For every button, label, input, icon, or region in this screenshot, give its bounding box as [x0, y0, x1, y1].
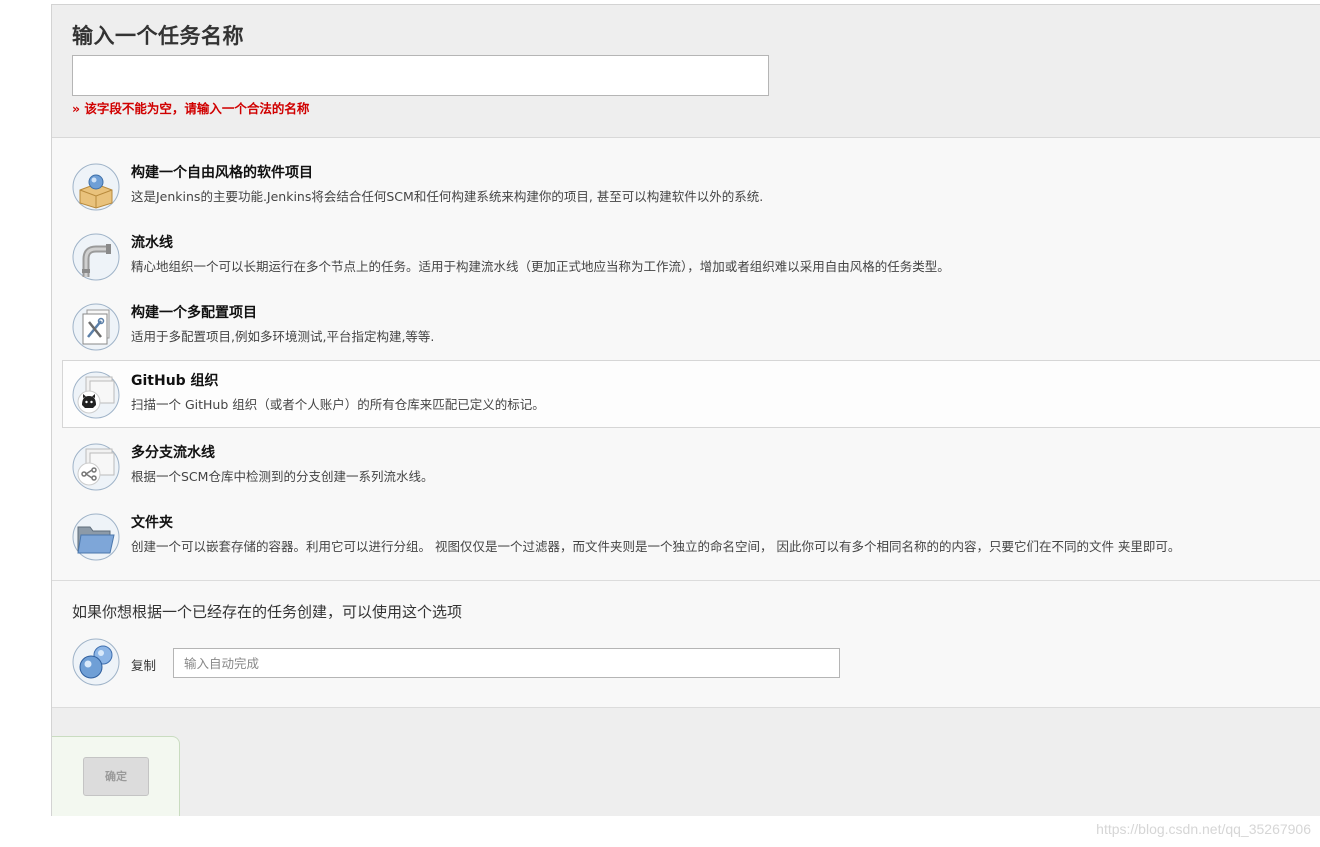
item-type-description: 精心地组织一个可以长期运行在多个节点上的任务。适用于构建流水线（更加正式地应当称…: [131, 259, 950, 274]
item-type-title: 构建一个自由风格的软件项目: [131, 165, 313, 181]
name-error-message: » 该字段不能为空，请输入一个合法的名称: [72, 101, 310, 116]
copy-section: 如果你想根据一个已经存在的任务创建，可以使用这个选项 复制: [52, 581, 1320, 708]
branch-icon: [72, 443, 120, 491]
item-type-description: 根据一个SCM仓库中检测到的分支创建一系列流水线。: [131, 469, 434, 484]
new-item-form: 输入一个任务名称 » 该字段不能为空，请输入一个合法的名称 构建一个自由风格的软…: [51, 4, 1320, 816]
ok-button-container: 确定: [52, 736, 180, 816]
item-type-multibranch[interactable]: 多分支流水线 根据一个SCM仓库中检测到的分支创建一系列流水线。: [62, 432, 1320, 500]
github-icon: [72, 371, 120, 419]
folder-icon: [72, 513, 120, 561]
copy-bubbles-icon: [72, 638, 120, 686]
item-type-title: 文件夹: [131, 515, 173, 531]
page-title: 输入一个任务名称: [72, 24, 244, 48]
item-type-pipeline[interactable]: 流水线 精心地组织一个可以长期运行在多个节点上的任务。适用于构建流水线（更加正式…: [62, 222, 1320, 290]
watermark: https://blog.csdn.net/qq_35267906: [1096, 821, 1311, 837]
item-type-multi-config[interactable]: 构建一个多配置项目 适用于多配置项目,例如多环境测试,平台指定构建,等等.: [62, 292, 1320, 360]
name-section: 输入一个任务名称 » 该字段不能为空，请输入一个合法的名称: [52, 5, 1320, 138]
item-type-description: 扫描一个 GitHub 组织（或者个人账户）的所有仓库来匹配已定义的标记。: [131, 397, 545, 412]
item-type-github-org[interactable]: GitHub 组织 扫描一个 GitHub 组织（或者个人账户）的所有仓库来匹配…: [62, 360, 1320, 428]
copy-section-title: 如果你想根据一个已经存在的任务创建，可以使用这个选项: [72, 603, 463, 621]
item-type-title: 流水线: [131, 235, 173, 251]
item-type-title: 构建一个多配置项目: [131, 305, 257, 321]
ok-button[interactable]: 确定: [83, 757, 149, 796]
item-type-description: 适用于多配置项目,例如多环境测试,平台指定构建,等等.: [131, 329, 435, 344]
item-type-description: 创建一个可以嵌套存储的容器。利用它可以进行分组。 视图仅仅是一个过滤器，而文件夹…: [131, 539, 1181, 554]
item-type-folder[interactable]: 文件夹 创建一个可以嵌套存储的容器。利用它可以进行分组。 视图仅仅是一个过滤器，…: [62, 502, 1320, 570]
package-icon: [72, 163, 120, 211]
item-type-title: 多分支流水线: [131, 445, 215, 461]
copy-from-label: 复制: [131, 658, 157, 673]
config-tools-icon: [72, 303, 120, 351]
item-type-list: 构建一个自由风格的软件项目 这是Jenkins的主要功能.Jenkins将会结合…: [52, 138, 1320, 581]
item-type-title: GitHub 组织: [131, 373, 219, 389]
pipe-icon: [72, 233, 120, 281]
item-type-freestyle[interactable]: 构建一个自由风格的软件项目 这是Jenkins的主要功能.Jenkins将会结合…: [62, 152, 1320, 220]
item-type-description: 这是Jenkins的主要功能.Jenkins将会结合任何SCM和任何构建系统来构…: [131, 189, 764, 204]
item-name-input[interactable]: [72, 55, 769, 96]
copy-from-input[interactable]: [173, 648, 840, 678]
form-footer: 确定: [52, 708, 1320, 816]
